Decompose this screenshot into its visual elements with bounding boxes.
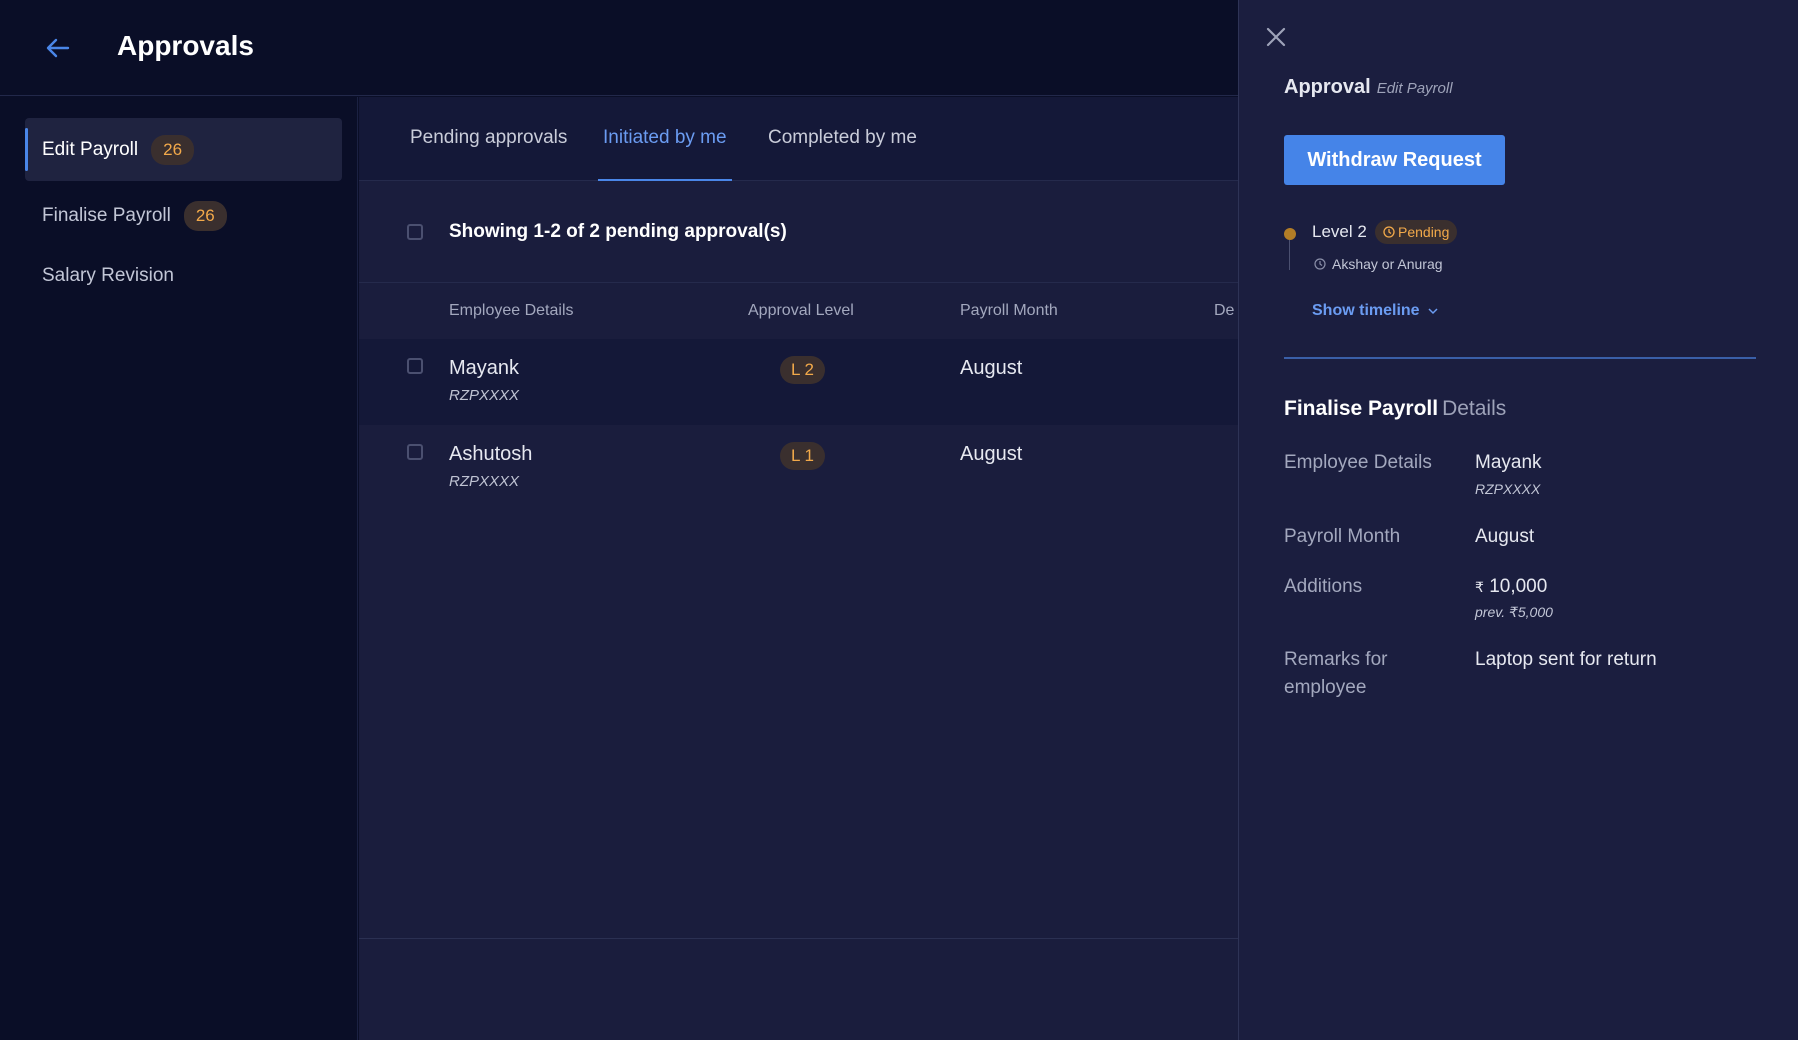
tab-bar: Pending approvals Initiated by me Comple… bbox=[359, 97, 1238, 181]
approval-level-badge: L 1 bbox=[780, 442, 825, 470]
approval-level-badge: L 2 bbox=[780, 356, 825, 384]
clock-icon bbox=[1314, 258, 1326, 270]
tab-initiated-by-me[interactable]: Initiated by me bbox=[598, 127, 732, 181]
employee-id: RZPXXXX bbox=[449, 473, 520, 490]
divider bbox=[359, 938, 1238, 939]
withdraw-request-button[interactable]: Withdraw Request bbox=[1284, 135, 1505, 185]
column-header-employee-details: Employee Details bbox=[449, 302, 574, 319]
divider bbox=[1284, 357, 1756, 359]
panel-subtitle: Edit Payroll bbox=[1376, 80, 1453, 97]
arrow-left-icon bbox=[46, 38, 70, 58]
table-header: Employee Details Approval Level Payroll … bbox=[359, 283, 1238, 339]
employee-id-value: RZPXXXX bbox=[1475, 481, 1541, 497]
back-button[interactable] bbox=[42, 32, 74, 64]
remarks-value: Laptop sent for return bbox=[1475, 649, 1657, 670]
employee-id: RZPXXXX bbox=[449, 387, 520, 404]
additions-previous: prev. ₹5,000 bbox=[1475, 604, 1553, 620]
status-badge: Pending bbox=[1375, 220, 1458, 244]
remarks-label: Remarks for employee bbox=[1284, 649, 1388, 698]
details-title-text: Finalise Payroll bbox=[1284, 397, 1439, 420]
status-text: Pending bbox=[1398, 224, 1450, 240]
count-badge: 26 bbox=[183, 200, 227, 231]
row-checkbox[interactable] bbox=[407, 444, 423, 460]
employee-details-label: Employee Details bbox=[1284, 452, 1432, 473]
count-badge: 26 bbox=[151, 134, 195, 165]
additions-amount: 10,000 bbox=[1489, 576, 1548, 597]
main-content: Pending approvals Initiated by me Comple… bbox=[359, 97, 1238, 1040]
showing-count: Showing 1-2 of 2 pending approval(s) bbox=[449, 220, 787, 242]
payroll-month-value: August bbox=[1475, 526, 1535, 547]
employee-name: Mayank bbox=[449, 357, 520, 379]
additions-label: Additions bbox=[1284, 576, 1363, 597]
table-row[interactable]: Mayank RZPXXXX L 2 August bbox=[359, 339, 1238, 425]
details-title: Finalise Payroll Details bbox=[1284, 397, 1506, 421]
employee-name: Ashutosh bbox=[449, 443, 533, 465]
rupee-icon: ₹ bbox=[1475, 579, 1484, 595]
timeline-dot bbox=[1284, 228, 1296, 240]
sidebar: Edit Payroll 26 Finalise Payroll 26 Sala… bbox=[0, 97, 358, 1040]
panel-title: Approval Edit Payroll bbox=[1284, 76, 1453, 99]
approvers-text: Akshay or Anurag bbox=[1332, 256, 1443, 272]
details-title-suffix: Details bbox=[1442, 397, 1507, 420]
list-summary: Showing 1-2 of 2 pending approval(s) bbox=[359, 181, 1238, 283]
tab-completed-by-me[interactable]: Completed by me bbox=[768, 127, 917, 179]
sidebar-item-finalise-payroll[interactable]: Finalise Payroll 26 bbox=[25, 184, 342, 247]
sidebar-item-salary-revision[interactable]: Salary Revision bbox=[25, 244, 342, 307]
sidebar-item-label: Salary Revision bbox=[42, 264, 174, 286]
sidebar-item-edit-payroll[interactable]: Edit Payroll 26 bbox=[25, 118, 342, 181]
sidebar-item-label: Edit Payroll bbox=[42, 138, 139, 160]
approvers: Akshay or Anurag bbox=[1314, 256, 1443, 272]
row-checkbox[interactable] bbox=[407, 358, 423, 374]
payroll-month: August bbox=[960, 357, 1023, 379]
additions-value: ₹ 10,000 bbox=[1475, 573, 1547, 601]
chevron-down-icon bbox=[1428, 307, 1438, 314]
header: Approvals bbox=[0, 0, 1238, 96]
page-title: Approvals bbox=[117, 30, 254, 61]
approval-detail-panel: Approval Edit Payroll Withdraw Request Le… bbox=[1238, 0, 1798, 1040]
timeline-level: Level 2 bbox=[1312, 222, 1367, 241]
show-timeline-link[interactable]: Show timeline bbox=[1312, 302, 1438, 320]
column-header-truncated: De bbox=[1214, 302, 1235, 319]
timeline-line bbox=[1289, 240, 1290, 270]
clock-icon bbox=[1383, 226, 1395, 238]
close-button[interactable] bbox=[1264, 25, 1288, 49]
payroll-month: August bbox=[960, 443, 1023, 465]
close-icon bbox=[1266, 27, 1286, 47]
panel-title-text: Approval bbox=[1284, 76, 1371, 98]
show-timeline-label: Show timeline bbox=[1312, 302, 1420, 319]
select-all-checkbox[interactable] bbox=[407, 224, 423, 240]
sidebar-item-label: Finalise Payroll bbox=[42, 204, 171, 226]
tab-pending-approvals[interactable]: Pending approvals bbox=[410, 127, 567, 179]
table-row[interactable]: Ashutosh RZPXXXX L 1 August bbox=[359, 425, 1238, 511]
employee-details-value: Mayank bbox=[1475, 452, 1542, 473]
column-header-approval-level: Approval Level bbox=[748, 302, 854, 319]
column-header-payroll-month: Payroll Month bbox=[960, 302, 1058, 319]
payroll-month-label: Payroll Month bbox=[1284, 526, 1401, 547]
